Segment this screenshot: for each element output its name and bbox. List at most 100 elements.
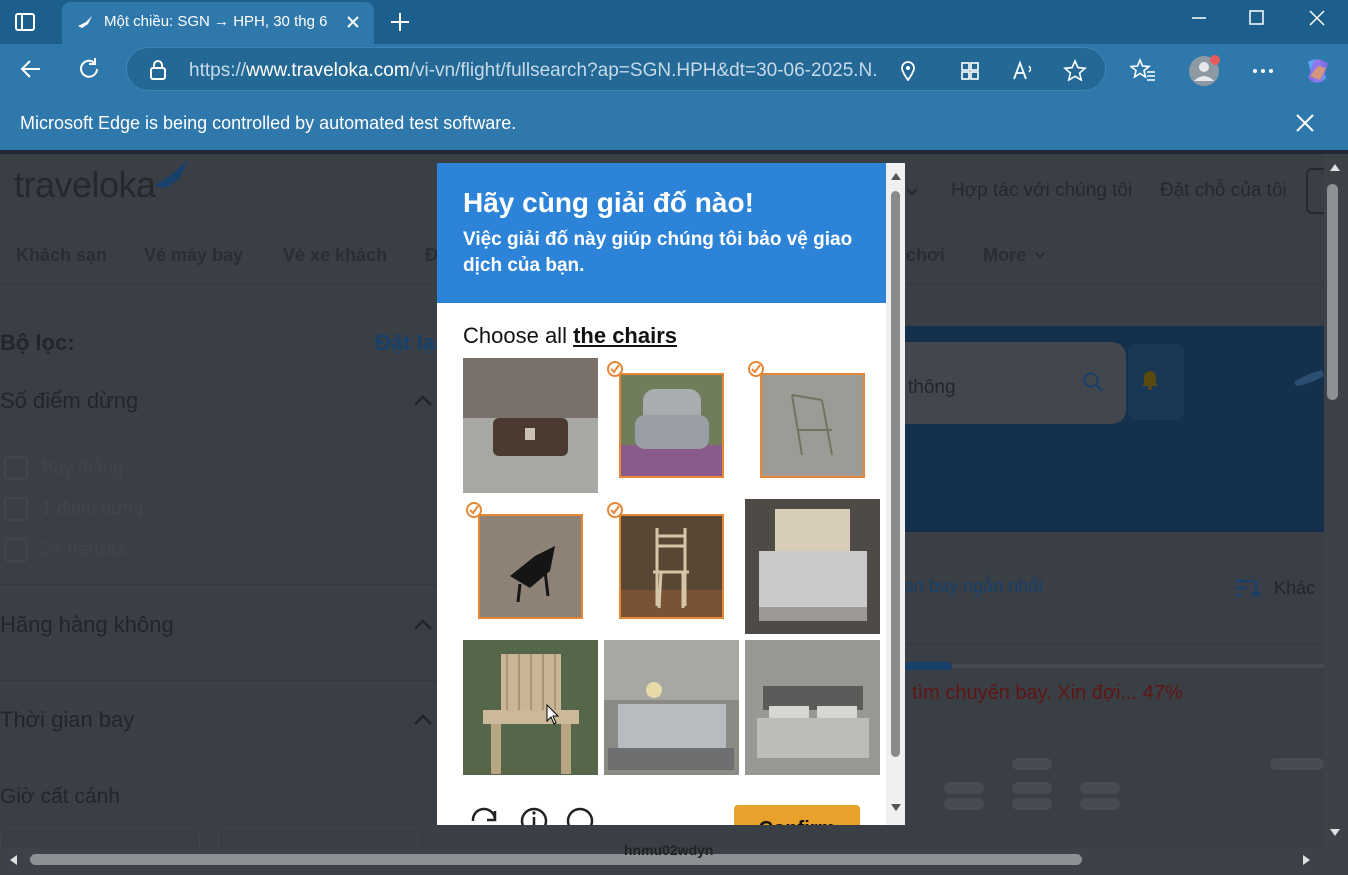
reload-icon[interactable] (467, 805, 501, 825)
sort-other-label[interactable]: Khác (1274, 578, 1315, 599)
checkbox[interactable] (4, 538, 28, 562)
search-placeholder: thông (908, 377, 956, 398)
close-window-icon[interactable] (1302, 6, 1332, 30)
progress-fill (904, 662, 952, 670)
scroll-down-icon[interactable] (890, 803, 902, 813)
new-tab-icon[interactable] (388, 10, 412, 34)
selected-check-icon (607, 361, 623, 377)
checkbox[interactable] (4, 456, 28, 480)
captcha-session-code: hnmu02wdyn (624, 842, 714, 858)
mouse-cursor-icon (546, 704, 560, 725)
menu-hotels[interactable]: Khách sạn (16, 245, 107, 266)
menu-buses[interactable]: Vé xe khách (283, 245, 387, 266)
url-text[interactable]: https://www.traveloka.com/vi-vn/flight/f… (189, 60, 879, 82)
my-bookings-link[interactable]: Đặt chỗ của tôi (1160, 180, 1287, 202)
info-icon[interactable] (517, 805, 551, 825)
login-button[interactable] (1306, 168, 1324, 214)
flight-time-section-title[interactable]: Thời gian bay (0, 707, 134, 733)
copilot-icon[interactable] (1302, 56, 1332, 86)
selected-check-icon (748, 361, 764, 377)
back-icon[interactable] (18, 56, 44, 82)
captcha-header: Hãy cùng giải đố nào! Việc giải đố này g… (437, 163, 886, 303)
scroll-right-icon[interactable] (1302, 854, 1312, 866)
progress-track (904, 664, 1324, 668)
automation-notice: Microsoft Edge is being controlled by au… (20, 113, 517, 133)
tab-actions-icon[interactable] (14, 11, 36, 33)
skeleton-line (1012, 782, 1052, 794)
tile-black-chair[interactable] (463, 499, 598, 634)
tile-adirondack-chair[interactable] (463, 640, 598, 775)
sort-icon[interactable] (1234, 576, 1262, 600)
captcha-scrollbar[interactable] (886, 163, 905, 825)
page-vertical-scrollbar[interactable] (1324, 154, 1348, 848)
title-bar: Một chiều: SGN → HPH, 30 thg 6 (0, 0, 1348, 44)
skeleton-line (1270, 758, 1324, 770)
tile-armchair[interactable] (604, 358, 739, 493)
checkbox[interactable] (4, 497, 28, 521)
skeleton-line (944, 782, 984, 794)
chevron-up-icon[interactable] (412, 394, 434, 408)
search-icon[interactable] (1082, 371, 1104, 393)
section-divider (0, 680, 440, 681)
maximize-icon[interactable] (1242, 6, 1272, 30)
price-alert-button[interactable] (1128, 344, 1184, 420)
menu-activities[interactable]: chơi (906, 245, 945, 266)
reset-filters-link[interactable]: Đặt lại (375, 330, 441, 356)
captcha-subtitle: Việc giải đố này giúp chúng tôi bảo vệ g… (463, 229, 853, 276)
prompt-target: the chairs (573, 323, 678, 348)
traveloka-logo[interactable]: traveloka (14, 164, 156, 206)
confirm-button[interactable]: Confirm (734, 805, 860, 825)
loading-status: tìm chuyến bay. Xin đợi... 47% (912, 682, 1183, 704)
tile-bag[interactable] (463, 358, 598, 493)
scroll-up-icon[interactable] (1329, 162, 1341, 172)
airlines-section-title[interactable]: Hãng hàng không (0, 612, 174, 638)
time-slot-button[interactable] (0, 828, 200, 848)
favorite-star-icon[interactable] (1063, 59, 1087, 83)
selected-check-icon (466, 502, 482, 518)
traveloka-favicon-icon (78, 16, 92, 28)
traveloka-bird-icon (154, 160, 188, 188)
results-search-box[interactable]: thông (890, 342, 1126, 424)
audio-challenge-icon[interactable] (563, 805, 597, 825)
stops-section-title[interactable]: Số điểm dừng (0, 388, 138, 414)
scroll-thumb[interactable] (30, 854, 1082, 865)
bed-image (604, 640, 739, 775)
tile-bed-2[interactable] (604, 640, 739, 775)
scroll-thumb[interactable] (891, 191, 900, 757)
apps-icon[interactable] (959, 60, 981, 82)
chevron-up-icon[interactable] (412, 713, 434, 727)
tile-wire-chair[interactable] (745, 358, 880, 493)
scroll-left-icon[interactable] (8, 854, 18, 866)
tile-bed-3[interactable] (745, 640, 880, 775)
menu-flights[interactable]: Vé máy bay (144, 245, 243, 266)
minimize-icon[interactable] (1184, 6, 1214, 30)
read-aloud-icon[interactable] (1011, 60, 1035, 82)
refresh-icon[interactable] (76, 56, 102, 82)
profile-avatar-icon[interactable] (1188, 54, 1222, 88)
chevron-up-icon[interactable] (412, 618, 434, 632)
close-infobar-icon[interactable] (1294, 112, 1316, 134)
address-toolbar: https://www.traveloka.com/vi-vn/flight/f… (0, 44, 1348, 98)
sort-shortest-label[interactable]: an bay ngắn nhất (904, 576, 1043, 597)
menu-more[interactable]: More (983, 245, 1026, 266)
location-icon[interactable] (899, 61, 917, 81)
departure-time-title: Giờ cất cánh (0, 785, 120, 808)
chevron-down-icon (906, 188, 918, 196)
favorites-icon[interactable] (1130, 57, 1156, 83)
close-tab-icon[interactable] (344, 13, 362, 31)
scroll-up-icon[interactable] (890, 171, 902, 181)
tile-bed-1[interactable] (745, 499, 880, 634)
skeleton-line (1080, 798, 1120, 810)
time-slot-button[interactable] (218, 828, 418, 848)
scroll-thumb[interactable] (1327, 184, 1338, 400)
tile-wooden-chair[interactable] (604, 499, 739, 634)
partner-link[interactable]: Hợp tác với chúng tôi (951, 180, 1132, 202)
scroll-down-icon[interactable] (1329, 828, 1341, 838)
stop-label: 1 điểm dừng (42, 498, 144, 518)
black-chair-image (478, 514, 583, 619)
active-tab[interactable]: Một chiều: SGN → HPH, 30 thg 6 (62, 2, 374, 44)
stop-label: Bay thẳng (42, 457, 124, 477)
lock-icon[interactable] (149, 60, 167, 80)
address-bar[interactable]: https://www.traveloka.com/vi-vn/flight/f… (126, 47, 1106, 91)
more-options-icon[interactable] (1250, 58, 1276, 84)
